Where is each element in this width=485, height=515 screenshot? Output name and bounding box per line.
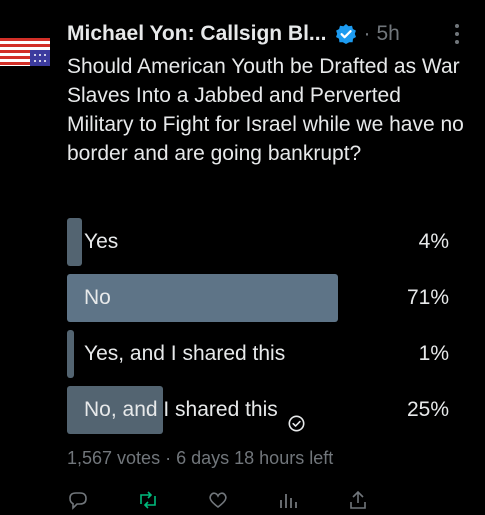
verified-badge-icon[interactable] xyxy=(335,23,357,45)
poll-option-percent: 71% xyxy=(406,286,449,309)
poll-time-left: 6 days 18 hours left xyxy=(176,448,334,468)
poll-bar xyxy=(67,330,74,378)
poll-vote-count: 1,567 votes xyxy=(67,448,161,468)
post-text: Should American Youth be Drafted as War … xyxy=(67,55,464,165)
poll-option: Yes 4% xyxy=(67,218,449,266)
more-vertical-icon[interactable] xyxy=(449,24,465,44)
poll-option: Yes, and I shared this 1% xyxy=(67,330,449,378)
poll-option-percent: 4% xyxy=(418,230,449,253)
poll-option-percent: 1% xyxy=(418,342,449,365)
share-icon[interactable] xyxy=(347,490,369,510)
meta-separator: · xyxy=(363,22,371,45)
action-bar xyxy=(67,490,465,510)
post-header: Michael Yon: Callsign Bl... · 5h xyxy=(67,19,441,49)
poll-option: No, and I shared this 25% xyxy=(67,386,449,434)
poll-bar xyxy=(67,218,82,266)
us-flag-icon[interactable] xyxy=(0,38,50,66)
poll-option-label: No xyxy=(84,286,111,309)
check-circle-icon xyxy=(288,402,305,431)
poll-option-label: No, and I shared this xyxy=(84,398,278,421)
reply-icon[interactable] xyxy=(67,490,89,510)
views-icon[interactable] xyxy=(277,490,299,510)
poll-footer: 1,567 votes · 6 days 18 hours left xyxy=(67,448,333,469)
poll-option: No 71% xyxy=(67,274,449,322)
like-icon[interactable] xyxy=(207,490,229,510)
poll-option-label: Yes, and I shared this xyxy=(84,342,286,365)
post-timestamp[interactable]: 5h xyxy=(376,22,399,46)
poll-footer-dot: · xyxy=(165,448,172,468)
repost-icon[interactable] xyxy=(137,490,159,510)
author-name[interactable]: Michael Yon: Callsign Bl... xyxy=(67,22,326,46)
poll-option-label: Yes xyxy=(84,230,119,253)
poll-option-label-row: No, and I shared this xyxy=(84,386,305,434)
poll-option-percent: 25% xyxy=(406,398,449,421)
